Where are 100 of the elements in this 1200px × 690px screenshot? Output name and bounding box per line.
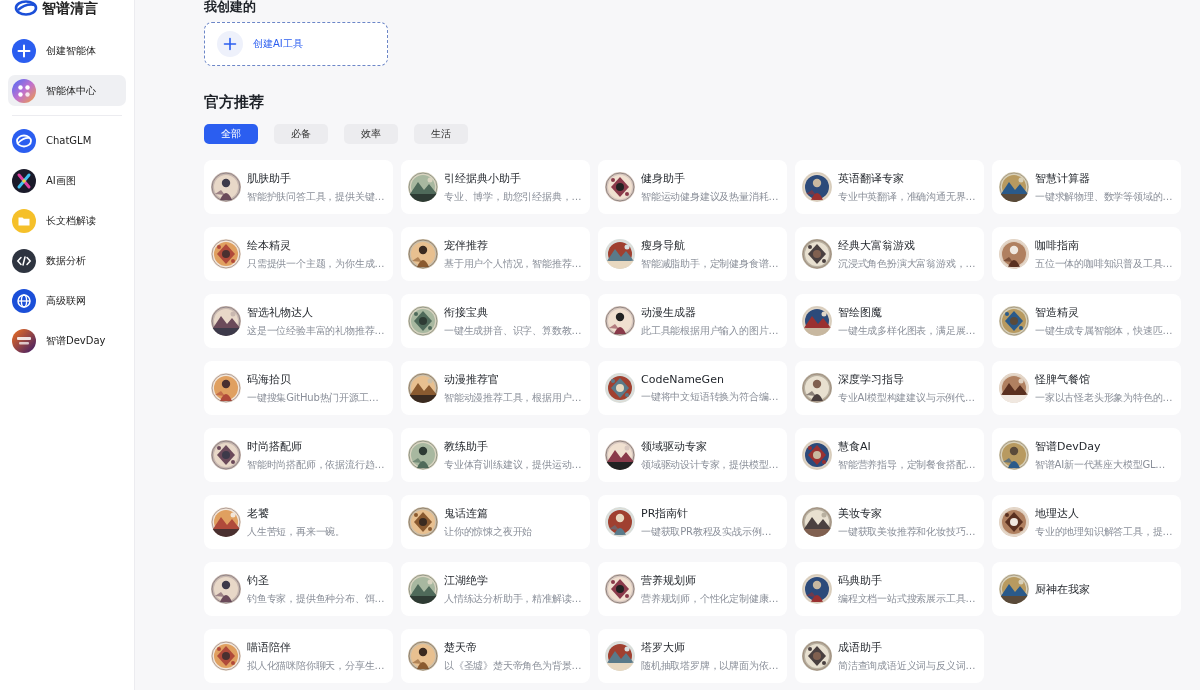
sidebar-item[interactable]: 高级联网 (8, 285, 126, 316)
filter-tab[interactable]: 必备 (274, 124, 328, 144)
agent-card[interactable]: 动漫推荐官 智能动漫推荐工具，根据用户… (401, 361, 590, 415)
agent-card[interactable]: 码典助手 编程文档一站式搜索展示工具… (795, 562, 984, 616)
agent-card[interactable]: 衔接宝典 一键生成拼音、识字、算数教… (401, 294, 590, 348)
agent-card[interactable]: 咖啡指南 五位一体的咖啡知识普及工具… (992, 227, 1181, 281)
agent-description: 专业、博学，助您引经据典，… (444, 189, 582, 204)
agent-description: 智能营养指导，定制餐食搭配… (838, 457, 976, 472)
sidebar-item[interactable]: 数据分析 (8, 245, 126, 276)
agent-card[interactable]: 健身助手 智能运动健身建议及热量消耗… (598, 160, 787, 214)
agent-card[interactable]: 经典大富翁游戏 沉浸式角色扮演大富翁游戏，… (795, 227, 984, 281)
agent-description: 让你的惊悚之夜开始 (444, 524, 533, 539)
agent-description: 智能护肤问答工具，提供关键… (247, 189, 385, 204)
agent-description: 拟人化猫咪陪你聊天，分享生… (247, 658, 385, 673)
agent-card[interactable]: 肌肤助手 智能护肤问答工具，提供关键… (204, 160, 393, 214)
agent-card[interactable]: 深度学习指导 专业AI模型构建建议与示例代… (795, 361, 984, 415)
agent-card[interactable]: 智造精灵 一键生成专属智能体，快速匹… (992, 294, 1181, 348)
agent-name: 绘本精灵 (247, 237, 292, 253)
sidebar-item[interactable]: ChatGLM (8, 125, 126, 156)
agent-card[interactable]: 鬼话连篇 让你的惊悚之夜开始 (401, 495, 590, 549)
agent-card[interactable]: 瘦身导航 智能减脂助手，定制健身食谱… (598, 227, 787, 281)
agent-card[interactable]: 动漫生成器 此工具能根据用户输入的图片… (598, 294, 787, 348)
agent-name: 英语翻译专家 (838, 170, 905, 186)
plus-icon (217, 31, 243, 57)
agent-card[interactable]: 江湖绝学 人情练达分析助手，精准解读… (401, 562, 590, 616)
agent-card[interactable]: 英语翻译专家 专业中英翻译，准确沟通无界… (795, 160, 984, 214)
brand-name: 智谱清言 (42, 0, 98, 16)
agent-description: 基于用户个人情况，智能推荐… (444, 256, 582, 271)
agent-card[interactable]: 智选礼物达人 这是一位经验丰富的礼物推荐… (204, 294, 393, 348)
create-tool-button[interactable]: 创建AI工具 (204, 22, 388, 66)
agent-card[interactable]: 智谱DevDay 智谱AI新一代基座大模型GL… (992, 428, 1181, 482)
agent-card[interactable]: 智慧计算器 一键求解物理、数学等领域的… (992, 160, 1181, 214)
agent-description: 人生苦短，再来一碗。 (247, 524, 345, 539)
agent-card[interactable]: 喵语陪伴 拟人化猫咪陪你聊天，分享生… (204, 629, 393, 683)
agent-card[interactable]: 怪脾气餐馆 一家以古怪老头形象为特色的… (992, 361, 1181, 415)
agent-card[interactable]: 老饕 人生苦短，再来一碗。 (204, 495, 393, 549)
agent-card[interactable]: PR指南针 一键获取PR教程及实战示例… (598, 495, 787, 549)
agent-name: 厨神在我家 (1035, 581, 1090, 597)
agent-card[interactable]: 引经据典小助手 专业、博学，助您引经据典，… (401, 160, 590, 214)
agent-card[interactable]: 地理达人 专业的地理知识解答工具，提… (992, 495, 1181, 549)
agent-name: 智绘图魔 (838, 304, 883, 320)
agent-card[interactable]: 美妆专家 一键获取美妆推荐和化妆技巧… (795, 495, 984, 549)
code-icon (12, 248, 36, 273)
agent-card[interactable]: 营养规划师 营养规划师，个性化定制健康… (598, 562, 787, 616)
plus-icon (12, 38, 36, 63)
agent-name: 肌肤助手 (247, 170, 292, 186)
sidebar-item[interactable]: 创建智能体 (8, 35, 126, 66)
dots-icon (12, 78, 36, 103)
agent-name: 领域驱动专家 (641, 438, 708, 454)
agent-description: 专业的地理知识解答工具，提… (1035, 524, 1173, 539)
agent-name: 瘦身导航 (641, 237, 686, 253)
agent-name: 智选礼物达人 (247, 304, 314, 320)
agent-description: 简洁查询成语近义词与反义词… (838, 658, 976, 673)
agent-description: 人情练达分析助手，精准解读… (444, 591, 582, 606)
agent-description: 一家以古怪老头形象为特色的… (1035, 390, 1173, 405)
sidebar-item[interactable]: 智谱DevDay (8, 325, 126, 356)
agent-card[interactable]: 宠伴推荐 基于用户个人情况，智能推荐… (401, 227, 590, 281)
agent-description: 一键生成专属智能体，快速匹… (1035, 323, 1173, 338)
agent-card[interactable]: 时尚搭配师 智能时尚搭配师，依据流行趋… (204, 428, 393, 482)
agent-name: PR指南针 (641, 505, 690, 521)
agent-description: 这是一位经验丰富的礼物推荐… (247, 323, 385, 338)
sidebar-item[interactable]: 长文档解读 (8, 205, 126, 236)
sidebar-item[interactable]: 智能体中心 (8, 75, 126, 106)
sidebar-item[interactable]: AI画图 (8, 165, 126, 196)
agent-card[interactable]: 塔罗大师 随机抽取塔罗牌，以牌面为依… (598, 629, 787, 683)
agent-description: 营养规划师，个性化定制健康… (641, 591, 779, 606)
agent-card[interactable]: 码海拾贝 一键搜集GitHub热门开源工… (204, 361, 393, 415)
agent-name: 鬼话连篇 (444, 505, 489, 521)
agent-card[interactable]: 领域驱动专家 领域驱动设计专家，提供模型… (598, 428, 787, 482)
agent-name: 地理达人 (1035, 505, 1080, 521)
agent-card[interactable]: CodeNameGen 一键将中文短语转换为符合编… (598, 361, 787, 415)
filter-tab[interactable]: 全部 (204, 124, 258, 144)
logo-icon (14, 0, 38, 16)
agent-description: 此工具能根据用户输入的图片… (641, 323, 779, 338)
agent-name: 衔接宝典 (444, 304, 489, 320)
agent-card[interactable]: 绘本精灵 只需提供一个主题，为你生成… (204, 227, 393, 281)
agent-description: 以《圣墟》楚天帝角色为背景… (444, 658, 582, 673)
agent-card[interactable]: 慧食AI 智能营养指导，定制餐食搭配… (795, 428, 984, 482)
agent-name: 智谱DevDay (1035, 438, 1102, 454)
agent-name: 码典助手 (838, 572, 883, 588)
agent-description: 沉浸式角色扮演大富翁游戏，… (838, 256, 976, 271)
agent-card[interactable]: 教练助手 专业体育训练建议，提供运动… (401, 428, 590, 482)
agent-description: 智能减脂助手，定制健身食谱… (641, 256, 779, 271)
agent-card[interactable]: 楚天帝 以《圣墟》楚天帝角色为背景… (401, 629, 590, 683)
filter-tab[interactable]: 生活 (414, 124, 468, 144)
agent-description: 领域驱动设计专家，提供模型… (641, 457, 779, 472)
agent-name: 宠伴推荐 (444, 237, 489, 253)
agent-description: 一键搜集GitHub热门开源工… (247, 390, 379, 405)
agent-description: 一键生成拼音、识字、算数教… (444, 323, 582, 338)
agent-name: 经典大富翁游戏 (838, 237, 916, 253)
ring-icon (12, 128, 36, 153)
filter-tab[interactable]: 效率 (344, 124, 398, 144)
agent-name: 动漫生成器 (641, 304, 697, 320)
brush-x-icon (12, 168, 36, 193)
agent-card[interactable]: 厨神在我家 (992, 562, 1181, 616)
agent-card[interactable]: 钓圣 钓鱼专家，提供鱼种分布、饵… (204, 562, 393, 616)
agent-card[interactable]: 成语助手 简洁查询成语近义词与反义词… (795, 629, 984, 683)
agent-description: 一键将中文短语转换为符合编… (641, 389, 779, 404)
agent-description: 编程文档一站式搜索展示工具… (838, 591, 976, 606)
agent-card[interactable]: 智绘图魔 一键生成多样化图表，满足展… (795, 294, 984, 348)
